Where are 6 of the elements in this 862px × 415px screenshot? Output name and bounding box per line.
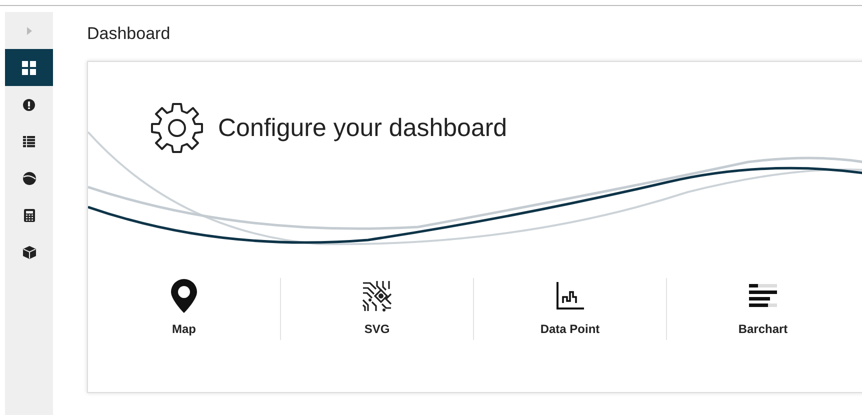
widget-option[interactable]: Barchart	[667, 278, 859, 340]
widget-option[interactable]: SVG	[281, 278, 473, 340]
page-title: Dashboard	[87, 24, 172, 45]
widget-option[interactable]: Data Point	[474, 278, 666, 340]
card-title: Configure your dashboard	[218, 114, 508, 142]
widget-option[interactable]: Map	[88, 278, 280, 340]
